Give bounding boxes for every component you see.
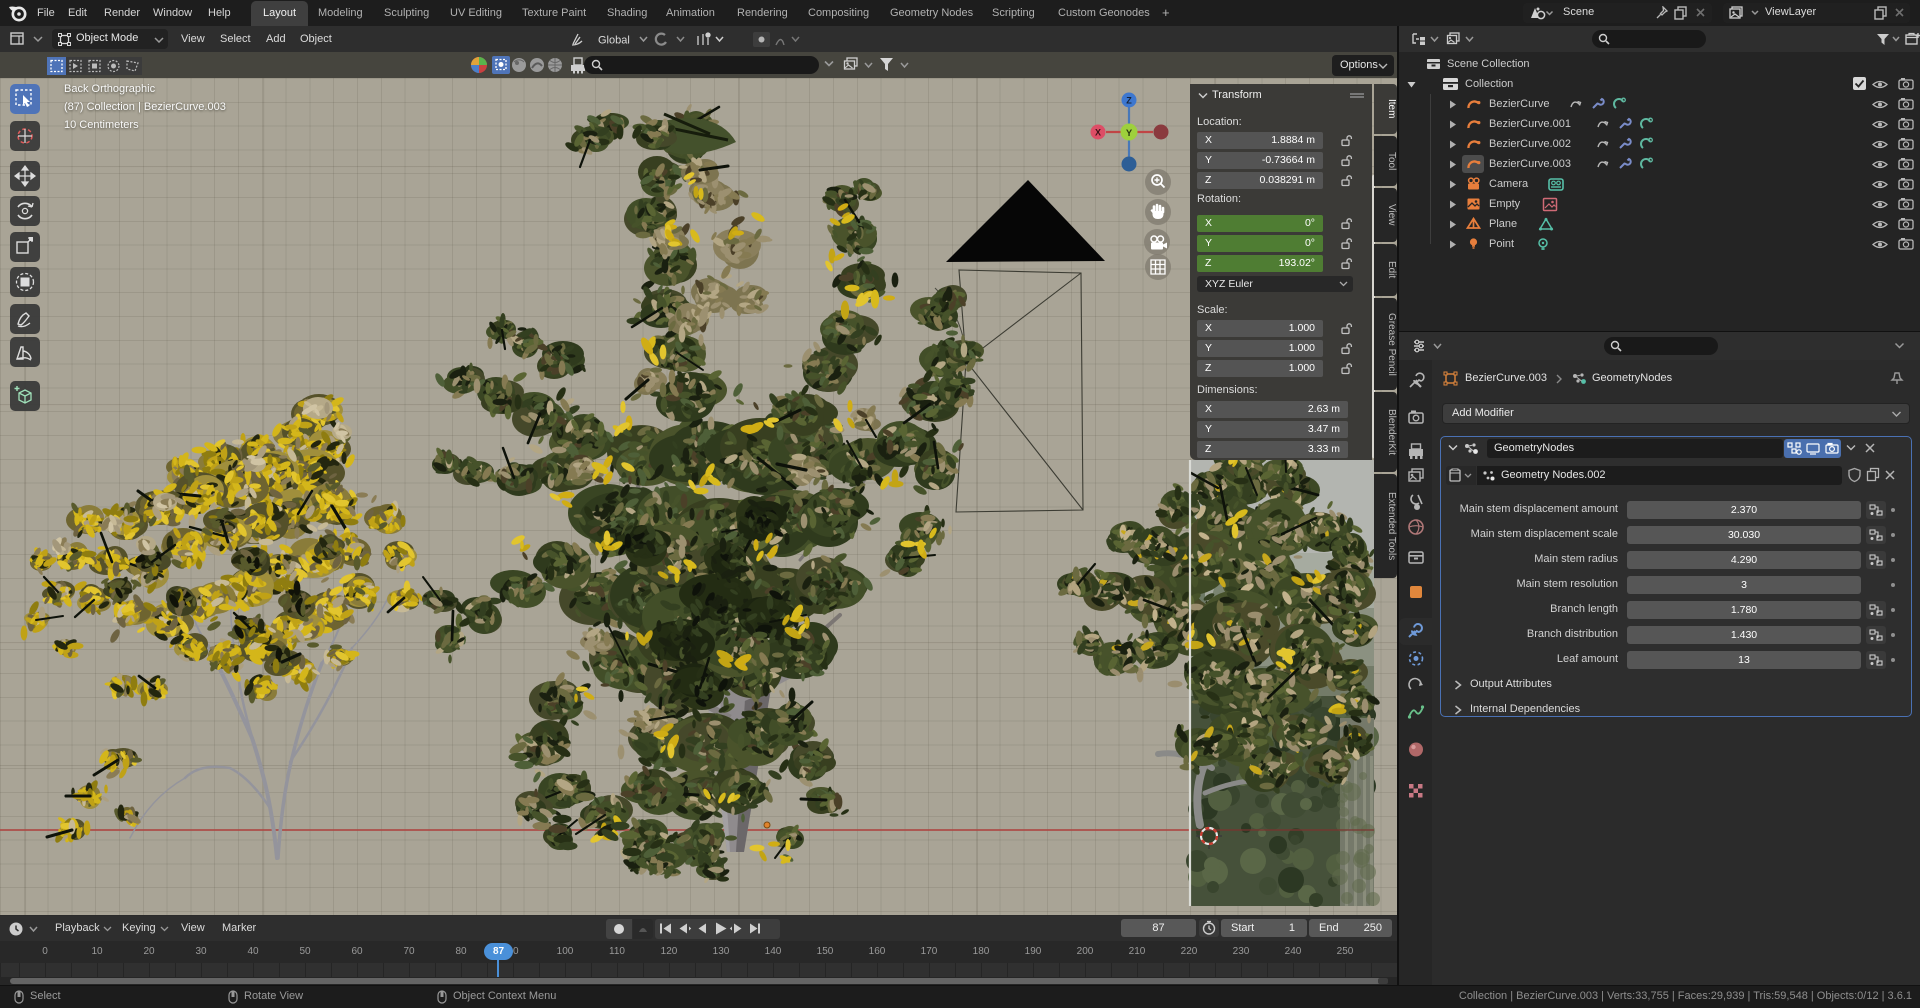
svg-text:X: X xyxy=(1095,128,1101,138)
svg-text:Global: Global xyxy=(598,35,630,47)
svg-text:Z: Z xyxy=(1126,96,1132,106)
svg-text:Y: Y xyxy=(1126,128,1133,139)
